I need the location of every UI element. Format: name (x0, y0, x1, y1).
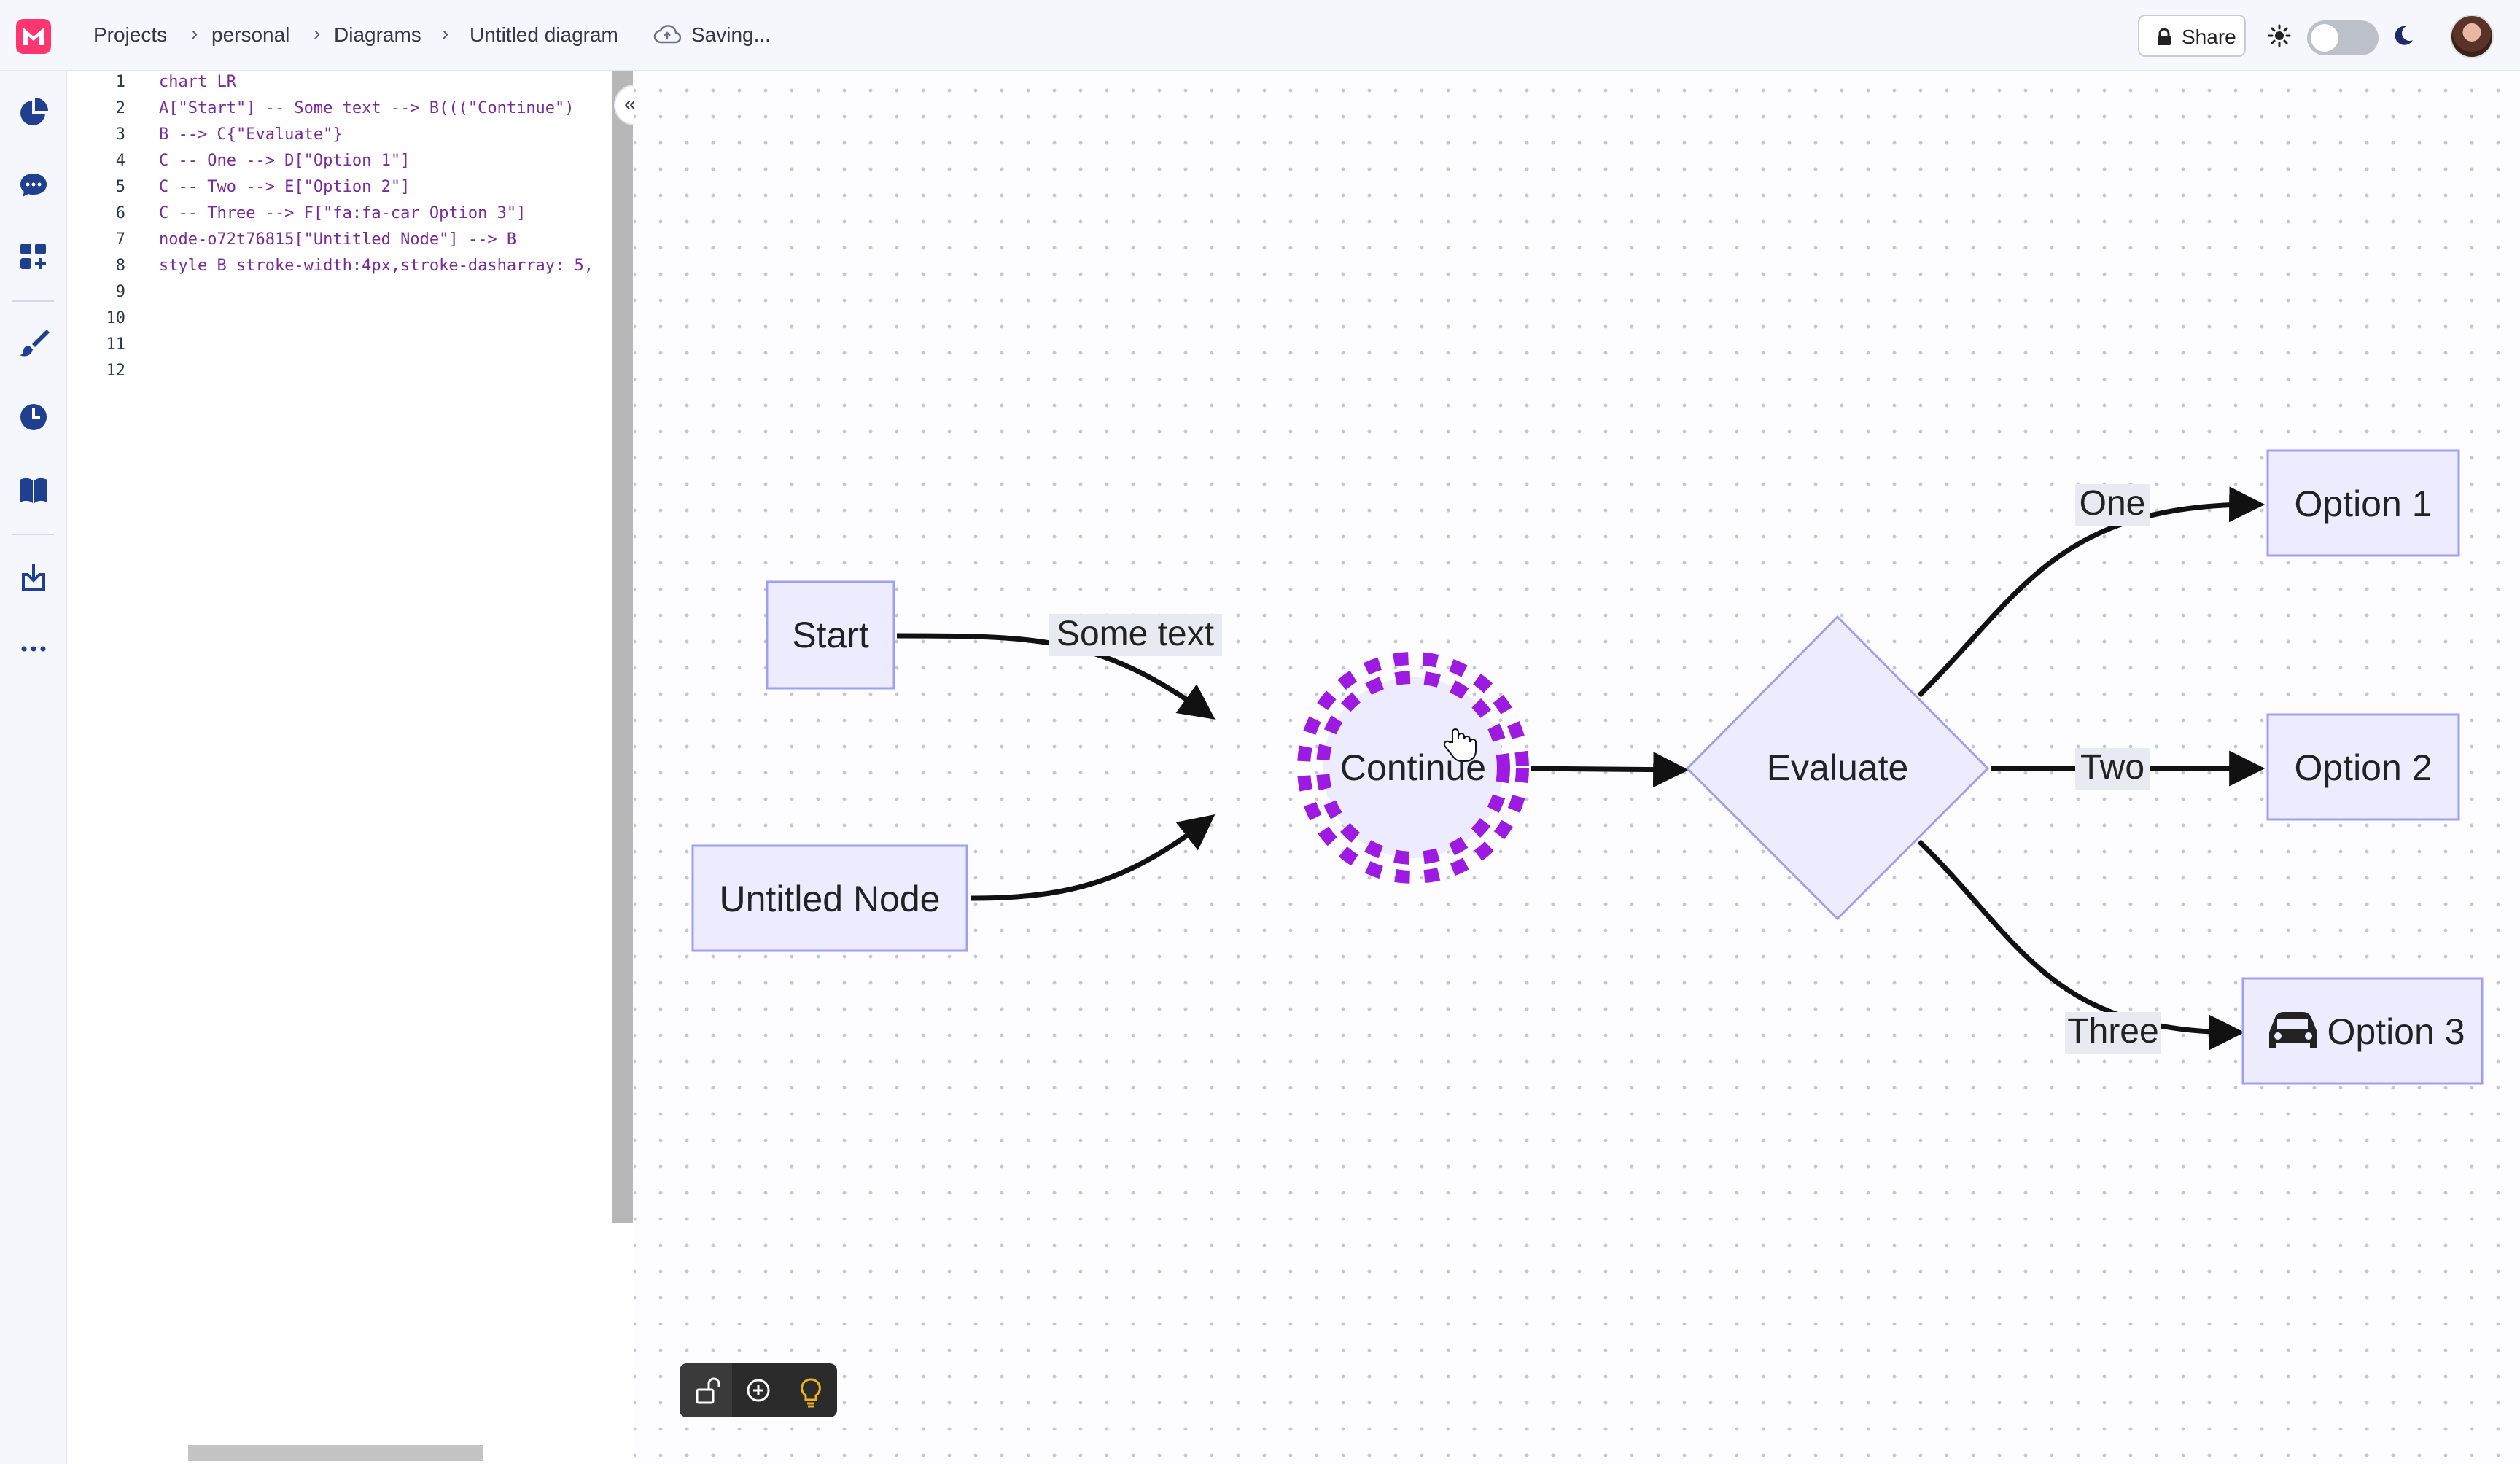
edge-three (1917, 839, 2245, 1051)
node-label: Option 3 (2327, 1011, 2465, 1052)
node-evaluate[interactable]: Evaluate (1685, 615, 1990, 921)
edge-untitled-continue (971, 814, 1216, 901)
line-number: 4 (115, 152, 125, 170)
chat-icon[interactable] (18, 169, 50, 201)
line-number: 6 (115, 204, 125, 222)
code-line[interactable]: C -- Two --> E["Option 2"] (159, 178, 410, 196)
unlock-button[interactable] (680, 1363, 732, 1417)
brush-icon[interactable] (18, 327, 50, 359)
edge-label-three: Three (2067, 1012, 2158, 1051)
history-icon[interactable] (18, 401, 50, 433)
line-number: 8 (115, 257, 125, 275)
add-shapes-icon[interactable] (18, 241, 50, 273)
diagram-canvas[interactable]: Some text One Two Three Start Untitled N… (634, 71, 2520, 1464)
line-number: 12 (106, 362, 126, 380)
line-number: 11 (106, 335, 126, 354)
zoom-button[interactable] (732, 1363, 785, 1417)
code-line[interactable]: B --> C{"Evaluate"} (159, 125, 343, 144)
unlock-icon (696, 1377, 720, 1404)
zoom-icon (747, 1379, 770, 1402)
code-line[interactable]: A["Start"] -- Some text --> B((("Continu… (159, 99, 575, 117)
user-avatar[interactable] (2450, 15, 2494, 58)
node-option-1[interactable]: Option 1 (2266, 449, 2460, 557)
node-label: Untitled Node (720, 879, 941, 919)
app-logo-icon[interactable] (16, 19, 51, 54)
code-line[interactable]: C -- Three --> F["fa:fa-car Option 3"] (159, 204, 526, 222)
line-number: 1 (115, 73, 125, 91)
node-label: Start (792, 615, 869, 655)
share-label: Share (2182, 26, 2236, 48)
tips-button[interactable] (785, 1363, 837, 1417)
edge-label-one: One (2080, 484, 2146, 523)
canvas-toolbar (680, 1363, 837, 1417)
edge-label-two: Two (2080, 748, 2144, 787)
breadcrumb-separator: › (442, 22, 449, 44)
node-continue[interactable]: Continue (1297, 652, 1529, 884)
lightbulb-icon (801, 1378, 821, 1408)
diagram: Some text One Two Three Start Untitled N… (691, 449, 2484, 1085)
breadcrumb-separator: › (191, 22, 198, 44)
pie-chart-icon[interactable] (18, 96, 50, 128)
breadcrumb-diagram-title[interactable]: Untitled diagram (470, 23, 618, 47)
editor-vertical-scrollbar[interactable] (612, 71, 633, 1223)
line-number: 10 (106, 309, 126, 327)
top-bar: Projects › personal › Diagrams › Untitle… (0, 0, 2520, 71)
book-icon[interactable] (18, 474, 50, 506)
more-icon[interactable] (18, 633, 50, 665)
edge-continue-evaluate (1531, 752, 1689, 788)
toggle-knob (2311, 24, 2338, 52)
code-line[interactable]: C -- One --> D["Option 1"] (159, 152, 410, 170)
edge-one (1917, 486, 2266, 698)
lock-icon (2158, 28, 2171, 45)
cloud-upload-icon (653, 25, 681, 44)
node-label: Evaluate (1767, 747, 1909, 788)
edge-label-some-text: Some text (1057, 615, 1214, 653)
node-untitled[interactable]: Untitled Node (691, 844, 968, 952)
code-editor[interactable]: 1 2 3 4 5 6 7 8 9 10 11 12 chart LR A["S… (67, 71, 634, 1464)
node-label: Option 2 (2294, 747, 2432, 788)
code-line[interactable]: chart LR (159, 73, 236, 91)
rail-divider (12, 534, 54, 535)
line-number: 7 (115, 230, 125, 249)
node-label: Option 1 (2294, 483, 2432, 524)
line-number: 9 (115, 283, 125, 301)
breadcrumb-separator: › (314, 22, 321, 44)
breadcrumb-projects[interactable]: Projects (93, 23, 167, 47)
code-line[interactable]: node-o72t76815["Untitled Node"] --> B (159, 230, 516, 249)
rail-divider (12, 300, 54, 302)
node-start[interactable]: Start (766, 580, 895, 690)
left-rail (0, 71, 67, 1464)
moon-icon (2395, 26, 2413, 45)
node-option-2[interactable]: Option 2 (2266, 713, 2460, 821)
line-number: 3 (115, 125, 125, 144)
breadcrumb-personal[interactable]: personal (211, 23, 289, 47)
import-icon[interactable] (18, 561, 50, 593)
line-number: 2 (115, 99, 125, 117)
code-line[interactable]: style B stroke-width:4px,stroke-dasharra… (159, 257, 594, 275)
saving-status: Saving... (691, 23, 771, 46)
sun-icon (2268, 24, 2291, 47)
theme-toggle[interactable] (2307, 20, 2379, 55)
line-number: 5 (115, 178, 125, 196)
share-button[interactable]: Share (2138, 15, 2246, 57)
node-option-3[interactable]: Option 3 (2241, 977, 2484, 1085)
editor-horizontal-scrollbar[interactable] (188, 1445, 483, 1461)
breadcrumb-diagrams[interactable]: Diagrams (334, 23, 421, 47)
